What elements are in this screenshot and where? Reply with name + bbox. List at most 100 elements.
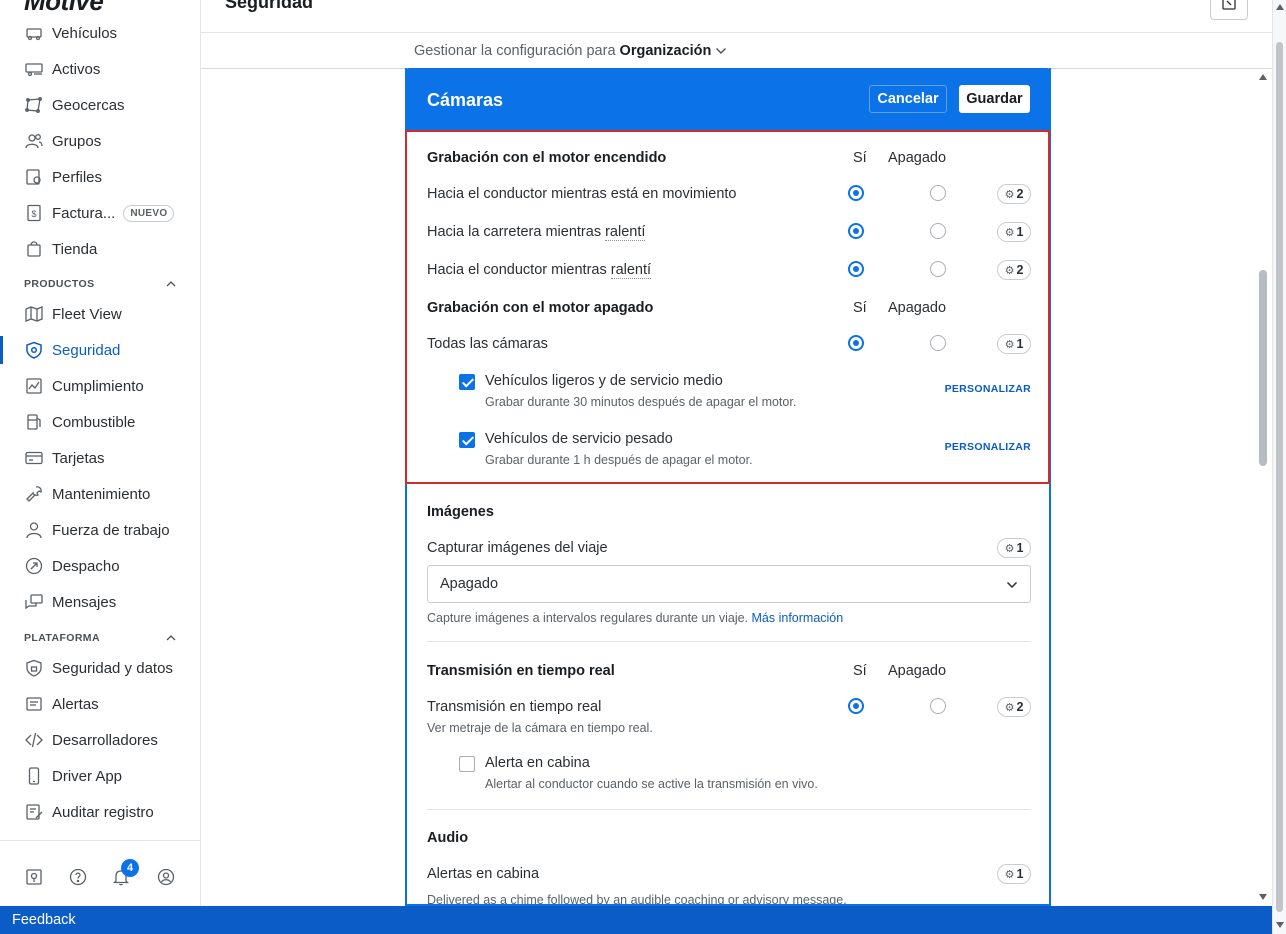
sidebar-item-label: Alertas <box>52 695 99 713</box>
term-tooltip[interactable]: ralentí <box>605 224 646 241</box>
content-scrollbar[interactable] <box>1256 70 1270 906</box>
radio-off[interactable] <box>930 185 946 201</box>
sidebar-item-desarrolladores[interactable]: Desarrolladores <box>0 722 200 758</box>
sidebar-item-label: Activos <box>52 60 101 78</box>
sidebar-item-label: Auditar registro <box>52 803 154 821</box>
export-button[interactable] <box>1210 0 1248 20</box>
override-count-pill[interactable]: ⚙ 2 <box>997 697 1031 717</box>
config-selector[interactable]: Gestionar la configuración para Organiza… <box>414 43 727 59</box>
light-vehicles-checkbox[interactable] <box>459 374 475 390</box>
cabin-alert-checkbox[interactable] <box>459 756 475 772</box>
col-off-label: Apagado <box>888 663 947 679</box>
messages-icon <box>24 592 44 612</box>
sidebar-item-activos[interactable]: Activos <box>0 51 200 87</box>
sidebar-item-fuerza-de-trabajo[interactable]: Fuerza de trabajo <box>0 512 200 548</box>
sidebar-item-driver-app[interactable]: Driver App <box>0 758 200 794</box>
capture-images-select[interactable]: Apagado <box>427 565 1031 603</box>
section-title: Grabación con el motor encendido <box>427 150 667 166</box>
radio-yes[interactable] <box>848 185 864 201</box>
sidebar-item-alertas[interactable]: Alertas <box>0 686 200 722</box>
gear-icon: ⚙ <box>1004 701 1015 714</box>
radio-yes[interactable] <box>848 335 864 351</box>
section-label: PRODUCTOS <box>24 278 95 290</box>
profile-gear-icon <box>24 167 44 187</box>
alert-icon <box>24 694 44 714</box>
sidebar-item-label: Cumplimiento <box>52 377 144 395</box>
section-productos[interactable]: PRODUCTOS <box>24 278 176 290</box>
override-count-pill[interactable]: ⚙ 1 <box>997 538 1031 558</box>
setting-row: Transmisión en tiempo real ⚙ 2 <box>427 695 1031 719</box>
cancel-button[interactable]: Cancelar <box>869 85 947 113</box>
override-count-pill[interactable]: ⚙ 1 <box>997 222 1031 242</box>
heavy-vehicles-checkbox[interactable] <box>459 432 475 448</box>
sidebar-item-label: Despacho <box>52 557 120 575</box>
section-divider <box>427 641 1031 642</box>
radio-yes[interactable] <box>848 223 864 239</box>
scrollbar-thumb[interactable] <box>1259 270 1267 466</box>
radio-yes[interactable] <box>848 698 864 714</box>
help-text: Capture imágenes a intervalos regulares … <box>427 611 749 625</box>
sidebar-item-fleet-view[interactable]: Fleet View <box>0 296 200 332</box>
sidebar-item-perfiles[interactable]: Perfiles <box>0 159 200 195</box>
sidebar-item-tarjetas[interactable]: Tarjetas <box>0 440 200 476</box>
sidebar-item-auditar-registro[interactable]: Auditar registro <box>0 794 200 830</box>
scroll-up-arrow[interactable] <box>1259 74 1267 80</box>
page-title: Seguridad <box>225 0 314 12</box>
option-description: Grabar durante 1 h después de apagar el … <box>485 453 753 467</box>
sidebar-item-despacho[interactable]: Despacho <box>0 548 200 584</box>
section-plataforma[interactable]: PLATAFORMA <box>24 632 176 644</box>
export-icon <box>1221 0 1237 16</box>
sidebar-item-label: Driver App <box>52 767 123 785</box>
chart-icon <box>24 376 44 396</box>
setting-row: Capturar imágenes del viaje ⚙ 1 <box>427 536 1031 560</box>
sidebar-item-cumplimiento[interactable]: Cumplimiento <box>0 368 200 404</box>
sidebar-item-vehiculos[interactable]: Vehículos <box>0 15 200 51</box>
invoice-icon: $ <box>24 203 44 223</box>
sidebar-item-grupos[interactable]: Grupos <box>0 123 200 159</box>
setting-label: Todas las cámaras <box>427 336 548 352</box>
shield-icon <box>24 340 44 360</box>
count-value: 1 <box>1016 867 1024 881</box>
geofence-icon <box>24 95 44 115</box>
radio-off[interactable] <box>930 698 946 714</box>
user-account-icon[interactable] <box>156 867 176 887</box>
term-tooltip[interactable]: ralentí <box>610 262 652 279</box>
gear-icon: ⚙ <box>1004 338 1015 351</box>
override-count-pill[interactable]: ⚙ 2 <box>997 184 1031 204</box>
sidebar-item-geocercas[interactable]: Geocercas <box>0 87 200 123</box>
sidebar-item-combustible[interactable]: Combustible <box>0 404 200 440</box>
personalize-link[interactable]: PERSONALIZAR <box>945 441 1031 453</box>
radio-off[interactable] <box>930 335 946 351</box>
window-scrollbar[interactable] <box>1272 0 1286 934</box>
sidebar-item-label: Vehículos <box>52 24 118 42</box>
sidebar-item-facturacion[interactable]: $ Factura... NUEVO <box>0 195 200 231</box>
sidebar-item-mensajes[interactable]: Mensajes <box>0 584 200 620</box>
sidebar-item-label: Mantenimiento <box>52 485 151 503</box>
override-count-pill[interactable]: ⚙ 1 <box>997 334 1031 354</box>
scrollbar-thumb[interactable] <box>1276 42 1283 912</box>
sidebar-item-mantenimiento[interactable]: Mantenimiento <box>0 476 200 512</box>
sidebar-item-seguridad[interactable]: Seguridad <box>0 332 200 368</box>
map-pin-icon[interactable] <box>24 867 44 887</box>
feedback-bar[interactable]: Feedback <box>0 906 1272 934</box>
more-info-link[interactable]: Más información <box>752 611 844 625</box>
override-count-pill[interactable]: ⚙ 1 <box>997 864 1031 884</box>
chevron-down-icon <box>715 43 727 59</box>
radio-yes[interactable] <box>848 261 864 277</box>
cabin-alert-option: Alerta en cabina Alertar al conductor cu… <box>459 754 1031 798</box>
sidebar-item-tienda[interactable]: Tienda <box>0 231 200 267</box>
radio-off[interactable] <box>930 223 946 239</box>
trailer-icon <box>24 59 44 79</box>
scroll-down-arrow[interactable] <box>1276 922 1284 928</box>
scroll-down-arrow[interactable] <box>1259 894 1267 900</box>
scroll-up-arrow[interactable] <box>1276 4 1284 10</box>
radio-off[interactable] <box>930 261 946 277</box>
save-button[interactable]: Guardar <box>959 85 1030 113</box>
help-icon[interactable] <box>68 867 88 887</box>
override-count-pill[interactable]: ⚙ 2 <box>997 260 1031 280</box>
sidebar-item-seguridad-y-datos[interactable]: Seguridad y datos <box>0 650 200 686</box>
light-vehicles-option: Vehículos ligeros y de servicio medio Gr… <box>459 372 1031 416</box>
personalize-link[interactable]: PERSONALIZAR <box>945 383 1031 395</box>
card-title: Cámaras <box>427 90 504 110</box>
count-value: 1 <box>1016 225 1024 239</box>
